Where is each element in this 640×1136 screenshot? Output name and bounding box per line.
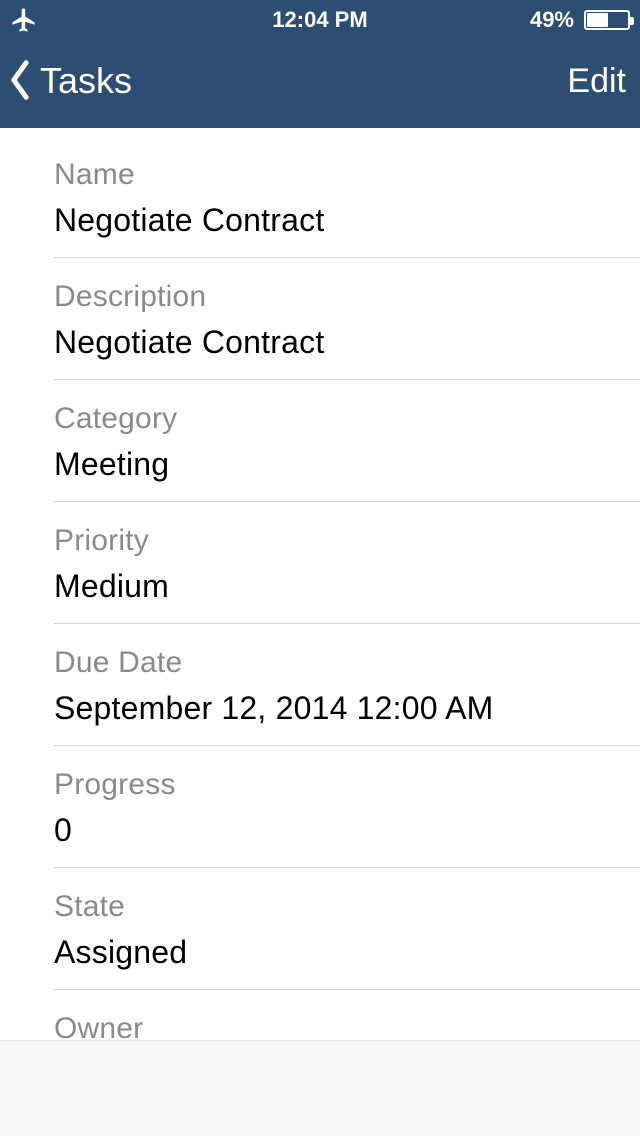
field-label: Name <box>54 158 640 192</box>
field-label: Progress <box>54 768 640 802</box>
field-label: Due Date <box>54 646 640 680</box>
status-bar: 12:04 PM 49% <box>0 0 640 40</box>
field-value: Medium <box>54 568 640 605</box>
field-name: Name Negotiate Contract <box>54 128 640 258</box>
task-detail: Name Negotiate Contract Description Nego… <box>0 128 640 1040</box>
status-left <box>10 6 38 34</box>
battery-icon <box>584 10 630 30</box>
status-right: 49% <box>530 7 630 33</box>
field-value: September 12, 2014 12:00 AM <box>54 690 640 727</box>
field-value: Assigned <box>54 934 640 971</box>
field-owner: Owner Lisa Jones <box>54 990 640 1040</box>
field-state: State Assigned <box>54 868 640 990</box>
edit-button[interactable]: Edit <box>567 62 626 101</box>
bottom-toolbar <box>0 1040 640 1136</box>
field-priority: Priority Medium <box>54 502 640 624</box>
chevron-left-icon <box>8 59 36 103</box>
field-value: 0 <box>54 812 640 849</box>
nav-bar: Tasks Edit <box>0 40 640 128</box>
field-category: Category Meeting <box>54 380 640 502</box>
back-button[interactable]: Tasks <box>8 59 132 103</box>
field-label: State <box>54 890 640 924</box>
field-label: Priority <box>54 524 640 558</box>
field-label: Category <box>54 402 640 436</box>
field-progress: Progress 0 <box>54 746 640 868</box>
field-value: Meeting <box>54 446 640 483</box>
airplane-mode-icon <box>10 6 38 34</box>
field-due-date: Due Date September 12, 2014 12:00 AM <box>54 624 640 746</box>
field-value: Negotiate Contract <box>54 324 640 361</box>
field-description: Description Negotiate Contract <box>54 258 640 380</box>
battery-percent: 49% <box>530 7 574 33</box>
field-label: Owner <box>54 1012 640 1040</box>
status-time: 12:04 PM <box>272 7 367 33</box>
field-label: Description <box>54 280 640 314</box>
back-label: Tasks <box>40 60 132 102</box>
field-value: Negotiate Contract <box>54 202 640 239</box>
